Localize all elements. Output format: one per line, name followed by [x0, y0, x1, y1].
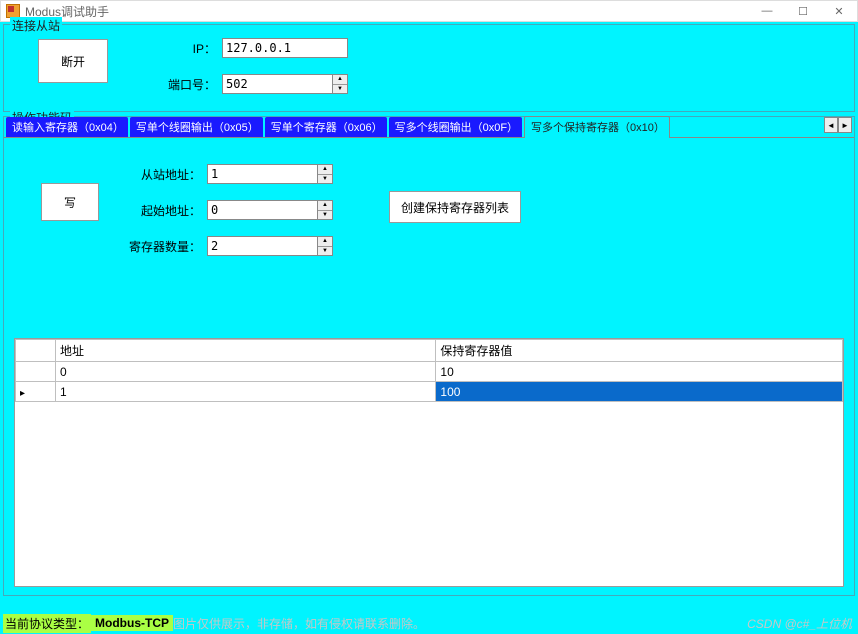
connection-legend: 连接从站: [10, 17, 62, 34]
titlebar: Modus调试助手 — ☐ ✕: [0, 0, 858, 22]
status-bar: 当前协议类型： Modbus-TCP 图片仅供展示，非存储，如有侵权请联系删除。: [3, 614, 425, 632]
start-stepper[interactable]: ▲▼: [207, 200, 333, 220]
status-value: Modbus-TCP: [91, 615, 173, 631]
tab-strip: 读输入寄存器（0x04） 写单个线圈输出（0x05） 写单个寄存器（0x06） …: [4, 117, 854, 137]
create-list-button[interactable]: 创建保持寄存器列表: [389, 191, 521, 223]
col-value[interactable]: 保持寄存器值: [436, 340, 843, 362]
function-group: 操作功能码 读输入寄存器（0x04） 写单个线圈输出（0x05） 写单个寄存器（…: [3, 116, 855, 596]
tab-0x0f[interactable]: 写多个线圈输出（0x0F）: [389, 117, 522, 137]
qty-input[interactable]: [207, 236, 317, 256]
start-down-icon[interactable]: ▼: [318, 211, 332, 220]
ip-label: IP：: [168, 40, 216, 57]
client-area: 连接从站 断开 IP： 端口号： ▲▼ 操作功能码 读输入寄存器（: [0, 22, 858, 634]
port-down-icon[interactable]: ▼: [333, 85, 347, 94]
status-label: 当前协议类型：: [3, 614, 91, 633]
status-note: 图片仅供展示，非存储，如有侵权请联系删除。: [173, 615, 425, 632]
start-label: 起始地址：: [129, 202, 201, 219]
tab-scroll-right-icon[interactable]: ►: [838, 117, 852, 133]
tab-0x04[interactable]: 读输入寄存器（0x04）: [6, 117, 128, 137]
table-row[interactable]: 0 10: [16, 362, 843, 382]
qty-down-icon[interactable]: ▼: [318, 247, 332, 256]
port-input[interactable]: [222, 74, 332, 94]
slave-up-icon[interactable]: ▲: [318, 165, 332, 175]
ip-input[interactable]: [222, 38, 348, 58]
slave-stepper[interactable]: ▲▼: [207, 164, 333, 184]
grid-corner: [16, 340, 56, 362]
port-stepper[interactable]: ▲▼: [222, 74, 348, 94]
tab-0x06[interactable]: 写单个寄存器（0x06）: [265, 117, 387, 137]
slave-input[interactable]: [207, 164, 317, 184]
tab-0x10[interactable]: 写多个保持寄存器（0x10）: [524, 116, 670, 138]
grid-header-row: 地址 保持寄存器值: [16, 340, 843, 362]
disconnect-button[interactable]: 断开: [38, 39, 108, 83]
app-icon: [6, 4, 20, 18]
watermark: CSDN @c#_上位机: [747, 615, 852, 632]
qty-stepper[interactable]: ▲▼: [207, 236, 333, 256]
table-row[interactable]: ▸ 1 100: [16, 382, 843, 402]
close-button[interactable]: ✕: [821, 1, 857, 21]
row-header[interactable]: [16, 362, 56, 382]
connection-group: 连接从站 断开 IP： 端口号： ▲▼: [3, 24, 855, 112]
cell-addr[interactable]: 0: [56, 362, 436, 382]
tab-scroll-left-icon[interactable]: ◄: [824, 117, 838, 133]
current-row-icon: ▸: [20, 388, 25, 399]
cell-addr[interactable]: 1: [56, 382, 436, 402]
cell-val[interactable]: 10: [436, 362, 843, 382]
port-label: 端口号：: [168, 76, 216, 93]
tab-0x05[interactable]: 写单个线圈输出（0x05）: [130, 117, 263, 137]
col-address[interactable]: 地址: [56, 340, 436, 362]
tab-page-0x10: 写 从站地址： ▲▼ 起始地址： ▲▼: [4, 137, 854, 593]
port-up-icon[interactable]: ▲: [333, 75, 347, 85]
slave-label: 从站地址：: [129, 166, 201, 183]
register-grid[interactable]: 地址 保持寄存器值 0 10 ▸ 1 100: [14, 338, 844, 587]
qty-up-icon[interactable]: ▲: [318, 237, 332, 247]
start-up-icon[interactable]: ▲: [318, 201, 332, 211]
row-header[interactable]: ▸: [16, 382, 56, 402]
cell-val[interactable]: 100: [436, 382, 843, 402]
maximize-button[interactable]: ☐: [785, 1, 821, 21]
slave-down-icon[interactable]: ▼: [318, 175, 332, 184]
minimize-button[interactable]: —: [749, 1, 785, 21]
write-button[interactable]: 写: [41, 183, 99, 221]
qty-label: 寄存器数量：: [129, 238, 201, 255]
start-input[interactable]: [207, 200, 317, 220]
